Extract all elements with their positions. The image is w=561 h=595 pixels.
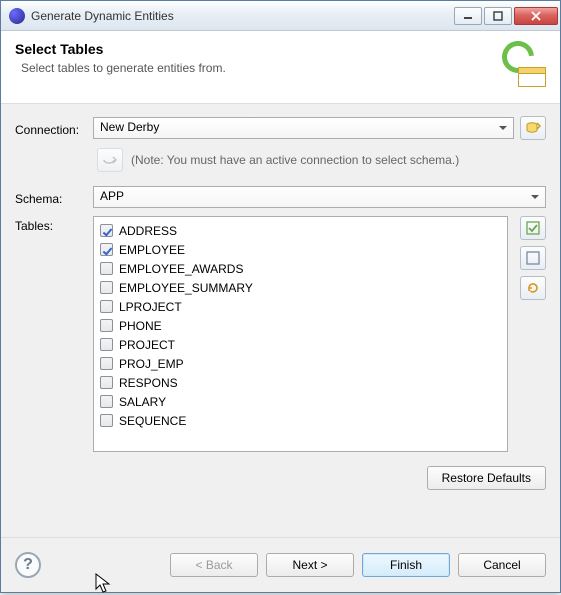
table-row[interactable]: PHONE xyxy=(94,316,507,335)
table-checkbox[interactable] xyxy=(100,357,113,370)
table-name: LPROJECT xyxy=(119,300,182,314)
schema-select[interactable]: APP xyxy=(93,186,546,208)
new-connection-icon xyxy=(525,121,541,135)
next-button[interactable]: Next > xyxy=(266,553,354,577)
table-name: ADDRESS xyxy=(119,224,177,238)
page-subtitle: Select tables to generate entities from. xyxy=(21,61,490,75)
schema-value: APP xyxy=(100,189,124,203)
finish-button[interactable]: Finish xyxy=(362,553,450,577)
schema-label: Schema: xyxy=(15,189,93,206)
table-row[interactable]: SEQUENCE xyxy=(94,411,507,430)
table-checkbox[interactable] xyxy=(100,338,113,351)
table-name: RESPONS xyxy=(119,376,178,390)
table-name: PROJ_EMP xyxy=(119,357,184,371)
table-row[interactable]: SALARY xyxy=(94,392,507,411)
table-row[interactable]: EMPLOYEE_SUMMARY xyxy=(94,278,507,297)
app-icon xyxy=(9,8,25,24)
wizard-icon xyxy=(498,41,546,89)
table-name: SEQUENCE xyxy=(119,414,186,428)
table-checkbox[interactable] xyxy=(100,376,113,389)
dialog-header: Select Tables Select tables to generate … xyxy=(1,31,560,104)
table-name: SALARY xyxy=(119,395,166,409)
connection-select[interactable]: New Derby xyxy=(93,117,514,139)
help-button[interactable]: ? xyxy=(15,552,41,578)
table-row[interactable]: ADDRESS xyxy=(94,221,507,240)
refresh-tables-button[interactable] xyxy=(520,276,546,300)
table-name: PROJECT xyxy=(119,338,175,352)
reconnect-icon xyxy=(102,154,118,166)
deselect-all-icon xyxy=(526,251,540,265)
connection-value: New Derby xyxy=(100,120,159,134)
dialog-footer: ? < Back Next > Finish Cancel xyxy=(1,538,560,592)
table-row[interactable]: LPROJECT xyxy=(94,297,507,316)
dialog-body: Connection: New Derby (Note: You must ha… xyxy=(1,104,560,533)
table-checkbox[interactable] xyxy=(100,300,113,313)
tables-list[interactable]: ADDRESS EMPLOYEE EMPLOYEE_AWARDS EMPLOYEE_S… xyxy=(93,216,508,452)
maximize-button[interactable] xyxy=(484,7,512,25)
close-button[interactable] xyxy=(514,7,558,25)
page-title: Select Tables xyxy=(15,41,490,57)
table-row[interactable]: PROJECT xyxy=(94,335,507,354)
cancel-button[interactable]: Cancel xyxy=(458,553,546,577)
restore-defaults-button[interactable]: Restore Defaults xyxy=(427,466,546,490)
minimize-button[interactable] xyxy=(454,7,482,25)
select-all-button[interactable] xyxy=(520,216,546,240)
table-checkbox[interactable] xyxy=(100,319,113,332)
table-row[interactable]: EMPLOYEE xyxy=(94,240,507,259)
refresh-icon xyxy=(526,281,540,295)
table-name: EMPLOYEE xyxy=(119,243,185,257)
table-name: EMPLOYEE_SUMMARY xyxy=(119,281,253,295)
table-checkbox[interactable] xyxy=(100,262,113,275)
connection-note: (Note: You must have an active connectio… xyxy=(131,153,459,167)
reconnect-button[interactable] xyxy=(97,148,123,172)
table-row[interactable]: EMPLOYEE_AWARDS xyxy=(94,259,507,278)
dialog-window: Generate Dynamic Entities Select Tables … xyxy=(0,0,561,593)
table-checkbox[interactable] xyxy=(100,395,113,408)
mouse-cursor-icon xyxy=(95,573,113,595)
back-button: < Back xyxy=(170,553,258,577)
new-connection-button[interactable] xyxy=(520,116,546,140)
tables-label: Tables: xyxy=(15,216,93,233)
table-checkbox[interactable] xyxy=(100,414,113,427)
connection-label: Connection: xyxy=(15,120,93,137)
table-row[interactable]: RESPONS xyxy=(94,373,507,392)
table-checkbox[interactable] xyxy=(100,243,113,256)
title-bar[interactable]: Generate Dynamic Entities xyxy=(1,1,560,31)
window-title: Generate Dynamic Entities xyxy=(31,9,454,23)
table-checkbox[interactable] xyxy=(100,224,113,237)
select-all-icon xyxy=(526,221,540,235)
table-name: PHONE xyxy=(119,319,162,333)
table-checkbox[interactable] xyxy=(100,281,113,294)
deselect-all-button[interactable] xyxy=(520,246,546,270)
table-name: EMPLOYEE_AWARDS xyxy=(119,262,243,276)
table-row[interactable]: PROJ_EMP xyxy=(94,354,507,373)
